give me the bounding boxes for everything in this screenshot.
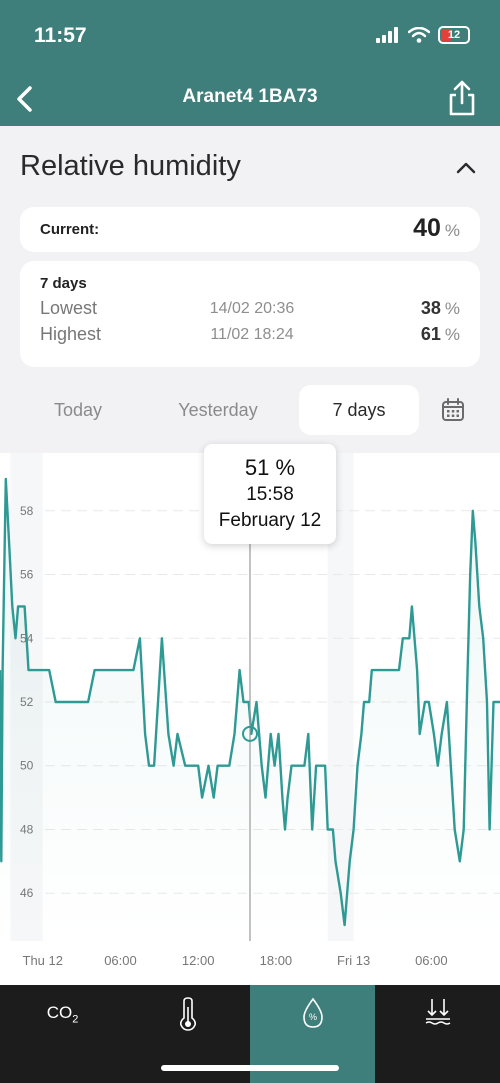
tab-co2[interactable]: CO2 — [0, 985, 125, 1083]
current-label: Current: — [40, 221, 100, 238]
tooltip-value: 51 % — [244, 455, 296, 480]
highest-number: 61 — [420, 324, 441, 344]
status-time: 11:57 — [34, 24, 87, 47]
wifi-icon — [408, 27, 430, 43]
x-tick-label: Thu 12 — [23, 953, 63, 968]
svg-text:%: % — [308, 1012, 316, 1022]
home-indicator[interactable] — [161, 1065, 339, 1071]
battery-icon: 12 — [438, 26, 470, 44]
calendar-icon[interactable] — [440, 397, 466, 423]
co2-label: CO — [46, 1003, 73, 1022]
lowest-time: 14/02 20:36 — [209, 300, 295, 317]
share-icon[interactable] — [446, 78, 478, 118]
chart-tooltip: 51 % 15:58 February 12 — [204, 444, 336, 544]
highest-time: 11/02 18:24 — [210, 326, 294, 343]
stat-row-highest: Highest 11/02 18:24 61% — [20, 324, 480, 348]
tooltip-time: 15:58 — [246, 484, 294, 505]
lowest-label: Lowest — [40, 298, 98, 318]
lowest-number: 38 — [420, 298, 441, 318]
lowest-value: 38% — [421, 298, 460, 319]
chevron-up-icon[interactable] — [454, 156, 478, 180]
tab-7-days[interactable]: 7 days — [299, 385, 419, 435]
x-tick-label: 12:00 — [182, 953, 215, 968]
tab-pressure[interactable] — [375, 985, 500, 1083]
pressure-icon — [425, 999, 450, 1025]
co2-icon: CO2 — [0, 1003, 125, 1025]
tab-today[interactable]: Today — [18, 385, 138, 435]
highest-value: 61% — [421, 324, 460, 345]
x-tick-label: 06:00 — [415, 953, 448, 968]
y-tick-label: 58 — [20, 504, 34, 518]
signal-icon — [376, 27, 398, 43]
period-tabs: Today Yesterday 7 days — [0, 385, 500, 437]
status-icons: 12 — [376, 26, 470, 44]
stats-period: 7 days — [40, 275, 87, 292]
stats-card: 7 days Lowest 14/02 20:36 38% Highest 11… — [20, 261, 480, 367]
section-title: Relative humidity — [20, 150, 241, 182]
lowest-unit: % — [444, 299, 460, 318]
current-number: 40 — [413, 214, 441, 242]
tooltip-date: February 12 — [218, 510, 322, 531]
current-value: 40% — [413, 214, 460, 243]
tab-yesterday[interactable]: Yesterday — [158, 385, 278, 435]
battery-percent: 12 — [447, 29, 461, 41]
current-card: Current: 40% — [20, 207, 480, 252]
current-unit: % — [444, 221, 460, 240]
co2-subscript: 2 — [72, 1013, 79, 1026]
x-tick-label: 06:00 — [104, 953, 137, 968]
stat-row-lowest: Lowest 14/02 20:36 38% — [20, 298, 480, 322]
x-tick-label: 18:00 — [260, 953, 293, 968]
x-tick-label: Fri 13 — [337, 953, 370, 968]
thermometer-icon — [179, 997, 196, 1031]
y-tick-label: 56 — [20, 568, 34, 582]
device-title: Aranet4 1BA73 — [182, 86, 318, 107]
status-bar: 11:57 12 — [0, 0, 500, 72]
nav-bar: Aranet4 1BA73 — [0, 72, 500, 126]
highest-label: Highest — [40, 324, 102, 344]
humidity-drop-icon: % — [302, 997, 323, 1028]
highest-unit: % — [444, 325, 460, 344]
